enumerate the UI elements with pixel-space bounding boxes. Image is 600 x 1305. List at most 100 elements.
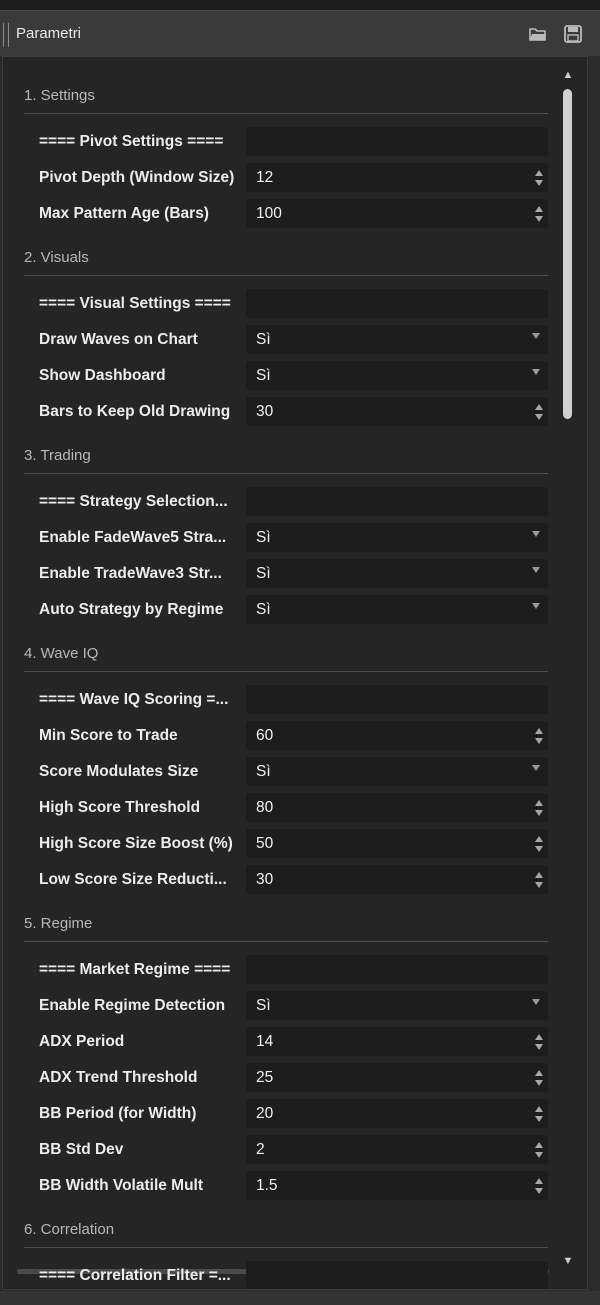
spinner-arrows-icon[interactable] — [534, 1031, 544, 1053]
vertical-scrollbar-thumb[interactable] — [563, 89, 572, 419]
save-icon[interactable] — [564, 25, 582, 43]
param-label: ==== Strategy Selection... — [39, 493, 228, 510]
section-title[interactable]: 4. Wave IQ — [24, 645, 98, 662]
param-label: Draw Waves on Chart — [39, 331, 198, 348]
param-dropdown[interactable]: Sì — [246, 757, 548, 786]
param-dropdown[interactable]: Sì — [246, 523, 548, 552]
param-text-input[interactable] — [246, 685, 548, 714]
spinner-arrows-icon[interactable] — [534, 1139, 544, 1161]
spinner-arrows-icon[interactable] — [534, 1175, 544, 1197]
section-title[interactable]: 5. Regime — [24, 915, 92, 932]
param-value: Sì — [256, 367, 271, 384]
parameters-panel: ▲ ▼ 1. Settings ==== Pivot Settings ==== P… — [2, 56, 588, 1290]
bottom-strip — [0, 1291, 600, 1305]
param-value: 30 — [256, 403, 274, 420]
panel-title: Parametri — [16, 25, 82, 42]
param-dropdown[interactable]: Sì — [246, 559, 548, 588]
param-label: BB Period (for Width) — [39, 1105, 197, 1122]
spinner-arrows-icon[interactable] — [534, 167, 544, 189]
param-label: Show Dashboard — [39, 367, 166, 384]
section-title[interactable]: 1. Settings — [24, 87, 95, 104]
section-title[interactable]: 3. Trading — [24, 447, 91, 464]
chevron-down-icon[interactable] — [532, 603, 540, 609]
param-label: Enable TradeWave3 Str... — [39, 565, 222, 582]
chevron-down-icon[interactable] — [532, 999, 540, 1005]
param-label: Min Score to Trade — [39, 727, 178, 744]
param-label: High Score Threshold — [39, 799, 201, 816]
param-label: ==== Market Regime ==== — [39, 961, 231, 978]
param-number-input[interactable]: 50 — [246, 829, 548, 858]
param-number-input[interactable]: 1.5 — [246, 1171, 548, 1200]
folder-open-icon[interactable] — [529, 25, 547, 43]
param-value: Sì — [256, 529, 271, 546]
param-number-input[interactable]: 2 — [246, 1135, 548, 1164]
scroll-up-arrow-icon[interactable]: ▲ — [561, 69, 575, 81]
chevron-down-icon[interactable] — [532, 531, 540, 537]
param-text-input[interactable] — [246, 127, 548, 156]
param-value: Sì — [256, 565, 271, 582]
spinner-arrows-icon[interactable] — [534, 1067, 544, 1089]
param-text-input[interactable] — [246, 487, 548, 516]
param-number-input[interactable]: 25 — [246, 1063, 548, 1092]
chevron-down-icon[interactable] — [532, 333, 540, 339]
param-number-input[interactable]: 20 — [246, 1099, 548, 1128]
param-value: Sì — [256, 601, 271, 618]
panel-titlebar: Parametri — [0, 10, 600, 56]
param-text-input[interactable] — [246, 1261, 548, 1289]
top-strip — [0, 0, 600, 10]
section-divider — [24, 941, 548, 942]
param-number-input[interactable]: 14 — [246, 1027, 548, 1056]
param-text-input[interactable] — [246, 289, 548, 318]
chevron-down-icon[interactable] — [532, 765, 540, 771]
param-dropdown[interactable]: Sì — [246, 325, 548, 354]
param-number-input[interactable]: 30 — [246, 865, 548, 894]
section-divider — [24, 1247, 548, 1248]
param-value: Sì — [256, 331, 271, 348]
param-label: Pivot Depth (Window Size) — [39, 169, 235, 186]
param-value: 80 — [256, 799, 274, 816]
param-value: Sì — [256, 997, 271, 1014]
section-title[interactable]: 6. Correlation — [24, 1221, 114, 1238]
section-divider — [24, 113, 548, 114]
param-number-input[interactable]: 30 — [246, 397, 548, 426]
param-dropdown[interactable]: Sì — [246, 595, 548, 624]
section-divider — [24, 671, 548, 672]
param-value: 1.5 — [256, 1177, 278, 1194]
spinner-arrows-icon[interactable] — [534, 725, 544, 747]
param-label: Bars to Keep Old Drawing — [39, 403, 231, 420]
param-number-input[interactable]: 100 — [246, 199, 548, 228]
param-dropdown[interactable]: Sì — [246, 991, 548, 1020]
param-label: ==== Visual Settings ==== — [39, 295, 231, 312]
param-number-input[interactable]: 80 — [246, 793, 548, 822]
param-label: BB Width Volatile Mult — [39, 1177, 204, 1194]
scroll-down-arrow-icon[interactable]: ▼ — [561, 1255, 575, 1267]
param-value: 60 — [256, 727, 274, 744]
spinner-arrows-icon[interactable] — [534, 203, 544, 225]
param-text-input[interactable] — [246, 955, 548, 984]
param-value: 12 — [256, 169, 274, 186]
drag-grip-icon[interactable] — [3, 23, 9, 47]
param-number-input[interactable]: 12 — [246, 163, 548, 192]
param-value: 2 — [256, 1141, 265, 1158]
section-title[interactable]: 2. Visuals — [24, 249, 89, 266]
spinner-arrows-icon[interactable] — [534, 797, 544, 819]
param-value: 20 — [256, 1105, 274, 1122]
param-label: ==== Correlation Filter =... — [39, 1267, 231, 1284]
param-value: Sì — [256, 763, 271, 780]
spinner-arrows-icon[interactable] — [534, 833, 544, 855]
chevron-down-icon[interactable] — [532, 567, 540, 573]
param-value: 14 — [256, 1033, 274, 1050]
param-label: BB Std Dev — [39, 1141, 124, 1158]
spinner-arrows-icon[interactable] — [534, 401, 544, 423]
param-label: Low Score Size Reducti... — [39, 871, 227, 888]
param-value: 100 — [256, 205, 282, 222]
spinner-arrows-icon[interactable] — [534, 869, 544, 891]
spinner-arrows-icon[interactable] — [534, 1103, 544, 1125]
param-label: ==== Wave IQ Scoring =... — [39, 691, 229, 708]
param-number-input[interactable]: 60 — [246, 721, 548, 750]
chevron-down-icon[interactable] — [532, 369, 540, 375]
section-divider — [24, 275, 548, 276]
param-label: Auto Strategy by Regime — [39, 601, 224, 618]
param-label: ==== Pivot Settings ==== — [39, 133, 224, 150]
param-dropdown[interactable]: Sì — [246, 361, 548, 390]
